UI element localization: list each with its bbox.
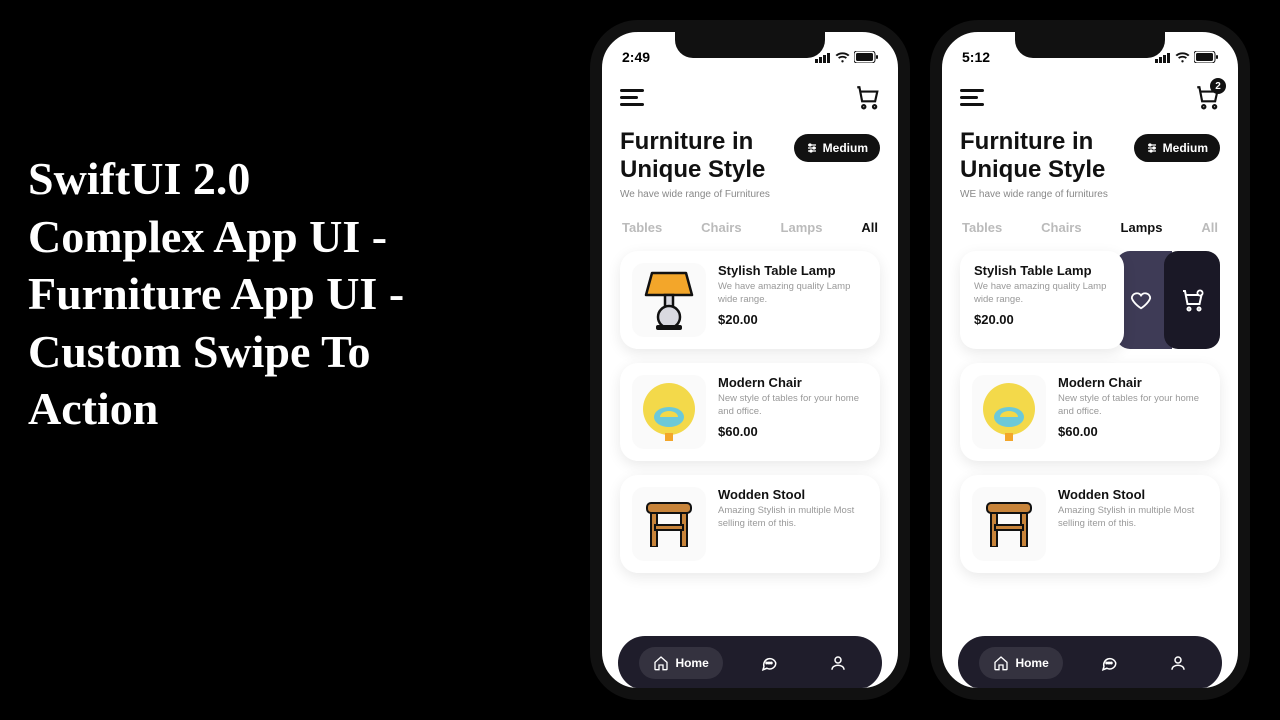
- product-image: [632, 487, 706, 561]
- product-card[interactable]: Wodden Stool Amazing Stylish in multiple…: [960, 475, 1220, 573]
- wifi-icon: [1175, 52, 1190, 63]
- page-title: Furniture in Unique Style: [960, 128, 1126, 183]
- swiped-product-row: Stylish Table Lamp We have amazing quali…: [960, 251, 1220, 349]
- product-desc: Amazing Stylish in multiple Most selling…: [1058, 505, 1208, 530]
- page-title: Furniture in Unique Style: [620, 128, 786, 183]
- category-tables[interactable]: Tables: [622, 220, 662, 235]
- hero-title: SwiftUI 2.0 Complex App UI - Furniture A…: [28, 150, 428, 438]
- product-image: [632, 375, 706, 449]
- product-card[interactable]: Stylish Table Lamp We have amazing quali…: [620, 251, 880, 349]
- product-name: Stylish Table Lamp: [718, 263, 868, 278]
- categories-row: Tables Chairs Lamps All: [962, 220, 1218, 235]
- sliders-icon: [806, 142, 818, 154]
- tab-profile[interactable]: [1155, 646, 1201, 680]
- chair-icon: [638, 381, 700, 443]
- menu-icon[interactable]: [960, 89, 984, 105]
- wifi-icon: [835, 52, 850, 63]
- profile-icon: [1169, 654, 1187, 672]
- cart-add-icon: [1180, 288, 1204, 312]
- tab-profile[interactable]: [815, 646, 861, 680]
- cart-button[interactable]: [854, 84, 880, 110]
- product-price: $20.00: [974, 312, 1110, 327]
- stool-icon: [981, 501, 1037, 547]
- product-desc: New style of tables for your home and of…: [718, 393, 868, 418]
- tab-home[interactable]: Home: [639, 647, 722, 679]
- tab-home-label: Home: [1015, 656, 1048, 670]
- device-notch: [1015, 32, 1165, 58]
- product-price: $60.00: [1058, 424, 1208, 439]
- product-card[interactable]: Stylish Table Lamp We have amazing quali…: [960, 251, 1124, 349]
- home-icon: [993, 655, 1009, 671]
- cart-badge: 2: [1210, 78, 1226, 94]
- product-name: Stylish Table Lamp: [974, 263, 1110, 278]
- category-all[interactable]: All: [861, 220, 878, 235]
- status-icons: [1155, 51, 1218, 63]
- page-subtitle: We have wide range of Furnitures: [620, 189, 786, 200]
- status-time: 2:49: [622, 49, 650, 65]
- profile-icon: [829, 654, 847, 672]
- chat-icon: [760, 654, 778, 672]
- categories-row: Tables Chairs Lamps All: [622, 220, 878, 235]
- category-chairs[interactable]: Chairs: [1041, 220, 1081, 235]
- tab-home[interactable]: Home: [979, 647, 1062, 679]
- cart-button[interactable]: 2: [1194, 84, 1220, 110]
- tab-home-label: Home: [675, 656, 708, 670]
- product-price: $20.00: [718, 312, 868, 327]
- product-image: [972, 487, 1046, 561]
- filter-button[interactable]: Medium: [794, 134, 880, 162]
- bottom-tabbar: Home: [958, 636, 1222, 690]
- product-card[interactable]: Wodden Stool Amazing Stylish in multiple…: [620, 475, 880, 573]
- filter-label: Medium: [823, 141, 868, 155]
- home-icon: [653, 655, 669, 671]
- category-tables[interactable]: Tables: [962, 220, 1002, 235]
- category-chairs[interactable]: Chairs: [701, 220, 741, 235]
- tab-chat[interactable]: [1086, 646, 1132, 680]
- product-card[interactable]: Modern Chair New style of tables for you…: [620, 363, 880, 461]
- category-lamps[interactable]: Lamps: [1121, 220, 1163, 235]
- product-name: Modern Chair: [1058, 375, 1208, 390]
- product-image: [632, 263, 706, 337]
- product-desc: We have amazing quality Lamp wide range.: [974, 281, 1110, 306]
- filter-button[interactable]: Medium: [1134, 134, 1220, 162]
- stool-icon: [641, 501, 697, 547]
- page-subtitle: WE have wide range of furnitures: [960, 189, 1126, 200]
- product-name: Modern Chair: [718, 375, 868, 390]
- product-card[interactable]: Modern Chair New style of tables for you…: [960, 363, 1220, 461]
- category-all[interactable]: All: [1201, 220, 1218, 235]
- battery-icon: [854, 51, 878, 63]
- product-price: $60.00: [718, 424, 868, 439]
- product-desc: New style of tables for your home and of…: [1058, 393, 1208, 418]
- product-desc: We have amazing quality Lamp wide range.: [718, 281, 868, 306]
- tab-chat[interactable]: [746, 646, 792, 680]
- lamp-icon: [642, 269, 696, 331]
- product-name: Wodden Stool: [1058, 487, 1208, 502]
- status-icons: [815, 51, 878, 63]
- sliders-icon: [1146, 142, 1158, 154]
- device-notch: [675, 32, 825, 58]
- swipe-addcart-button[interactable]: [1164, 251, 1220, 349]
- phone-left: 2:49 Furniture in Unique Style We have w…: [590, 20, 910, 700]
- category-lamps[interactable]: Lamps: [781, 220, 823, 235]
- product-image: [972, 375, 1046, 449]
- chair-icon: [978, 381, 1040, 443]
- status-time: 5:12: [962, 49, 990, 65]
- battery-icon: [1194, 51, 1218, 63]
- phone-right: 5:12 2 Furniture in Unique Style WE have…: [930, 20, 1250, 700]
- product-desc: Amazing Stylish in multiple Most selling…: [718, 505, 868, 530]
- product-name: Wodden Stool: [718, 487, 868, 502]
- filter-label: Medium: [1163, 141, 1208, 155]
- menu-icon[interactable]: [620, 89, 644, 105]
- bottom-tabbar: Home: [618, 636, 882, 690]
- chat-icon: [1100, 654, 1118, 672]
- heart-icon: [1130, 289, 1152, 311]
- cart-icon: [854, 84, 880, 110]
